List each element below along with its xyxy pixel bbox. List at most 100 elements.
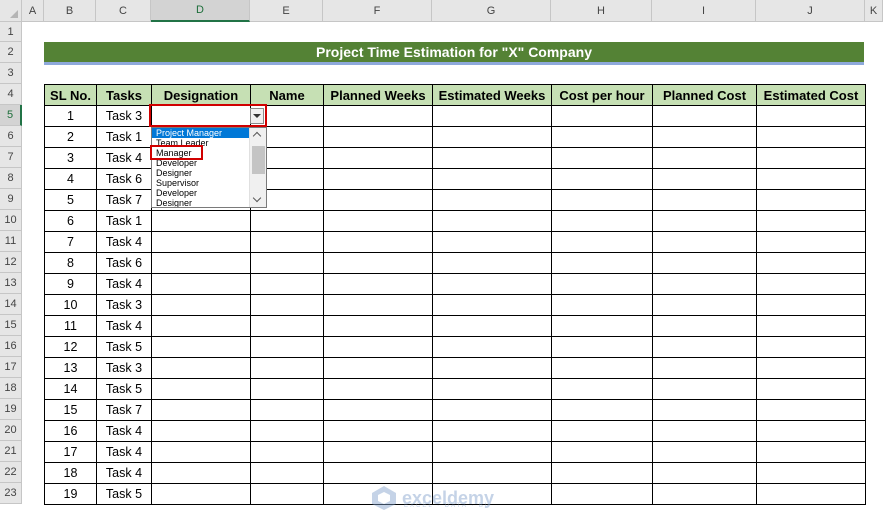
table-cell[interactable] — [756, 420, 866, 442]
dropdown-arrow-button[interactable] — [250, 108, 264, 124]
designation-cell[interactable] — [151, 441, 251, 463]
column-header-j[interactable]: J — [756, 0, 865, 22]
dropdown-option[interactable]: Project Manager — [152, 128, 253, 138]
row-header-15[interactable]: 15 — [0, 315, 22, 336]
scroll-up-icon[interactable] — [250, 128, 266, 142]
row-header-20[interactable]: 20 — [0, 420, 22, 441]
sl-no-cell[interactable]: 18 — [44, 462, 97, 484]
task-cell[interactable]: Task 4 — [96, 441, 152, 463]
table-cell[interactable] — [323, 189, 433, 211]
task-cell[interactable]: Task 6 — [96, 252, 152, 274]
designation-cell[interactable] — [151, 210, 251, 232]
designation-cell[interactable] — [151, 357, 251, 379]
dropdown-option[interactable]: Developer — [152, 188, 253, 198]
table-cell[interactable] — [551, 378, 653, 400]
column-header-e[interactable]: E — [250, 0, 323, 22]
table-cell[interactable] — [432, 357, 552, 379]
sl-no-cell[interactable]: 5 — [44, 189, 97, 211]
table-cell[interactable] — [652, 483, 757, 505]
table-cell[interactable] — [652, 336, 757, 358]
column-header-i[interactable]: I — [652, 0, 756, 22]
table-cell[interactable] — [652, 126, 757, 148]
table-cell[interactable] — [432, 189, 552, 211]
sl-no-cell[interactable]: 12 — [44, 336, 97, 358]
table-cell[interactable] — [756, 462, 866, 484]
table-cell[interactable] — [652, 315, 757, 337]
table-cell[interactable] — [432, 252, 552, 274]
table-cell[interactable] — [323, 210, 433, 232]
table-cell[interactable] — [756, 147, 866, 169]
table-cell[interactable] — [551, 462, 653, 484]
row-header-3[interactable]: 3 — [0, 63, 22, 84]
table-cell[interactable] — [756, 252, 866, 274]
row-header-2[interactable]: 2 — [0, 42, 22, 63]
row-header-16[interactable]: 16 — [0, 336, 22, 357]
table-cell[interactable] — [551, 441, 653, 463]
table-cell[interactable] — [756, 294, 866, 316]
table-cell[interactable] — [432, 378, 552, 400]
sl-no-cell[interactable]: 15 — [44, 399, 97, 421]
name-cell[interactable] — [250, 441, 324, 463]
sl-no-cell[interactable]: 13 — [44, 357, 97, 379]
designation-cell[interactable] — [151, 483, 251, 505]
sl-no-cell[interactable]: 19 — [44, 483, 97, 505]
table-cell[interactable] — [432, 210, 552, 232]
sl-no-cell[interactable]: 3 — [44, 147, 97, 169]
sl-no-cell[interactable]: 11 — [44, 315, 97, 337]
table-cell[interactable] — [652, 462, 757, 484]
table-cell[interactable] — [432, 399, 552, 421]
sl-no-cell[interactable]: 16 — [44, 420, 97, 442]
name-cell[interactable] — [250, 273, 324, 295]
row-header-6[interactable]: 6 — [0, 126, 22, 147]
row-header-5[interactable]: 5 — [0, 105, 22, 126]
row-header-8[interactable]: 8 — [0, 168, 22, 189]
name-cell[interactable] — [250, 378, 324, 400]
task-cell[interactable]: Task 5 — [96, 336, 152, 358]
table-cell[interactable] — [432, 105, 552, 127]
table-cell[interactable] — [756, 483, 866, 505]
sl-no-cell[interactable]: 8 — [44, 252, 97, 274]
designation-cell[interactable] — [151, 399, 251, 421]
column-header-d[interactable]: D — [151, 0, 250, 22]
table-cell[interactable] — [551, 315, 653, 337]
name-cell[interactable] — [250, 315, 324, 337]
scroll-down-icon[interactable] — [250, 193, 266, 207]
task-cell[interactable]: Task 4 — [96, 147, 152, 169]
column-header-f[interactable]: F — [323, 0, 432, 22]
table-cell[interactable] — [756, 357, 866, 379]
table-cell[interactable] — [551, 168, 653, 190]
row-header-10[interactable]: 10 — [0, 210, 22, 231]
table-cell[interactable] — [756, 399, 866, 421]
row-header-21[interactable]: 21 — [0, 441, 22, 462]
task-cell[interactable]: Task 3 — [96, 294, 152, 316]
task-cell[interactable]: Task 5 — [96, 378, 152, 400]
table-cell[interactable] — [432, 315, 552, 337]
row-header-11[interactable]: 11 — [0, 231, 22, 252]
task-cell[interactable]: Task 4 — [96, 273, 152, 295]
table-cell[interactable] — [756, 441, 866, 463]
table-cell[interactable] — [323, 231, 433, 253]
sl-no-cell[interactable]: 7 — [44, 231, 97, 253]
table-cell[interactable] — [551, 210, 653, 232]
row-header-23[interactable]: 23 — [0, 483, 22, 504]
table-cell[interactable] — [432, 168, 552, 190]
table-cell[interactable] — [756, 378, 866, 400]
name-cell[interactable] — [250, 294, 324, 316]
table-cell[interactable] — [652, 399, 757, 421]
task-cell[interactable]: Task 4 — [96, 231, 152, 253]
table-cell[interactable] — [432, 420, 552, 442]
dropdown-option[interactable]: Designer — [152, 198, 253, 207]
table-cell[interactable] — [432, 273, 552, 295]
table-cell[interactable] — [756, 189, 866, 211]
table-cell[interactable] — [432, 147, 552, 169]
table-cell[interactable] — [323, 420, 433, 442]
table-cell[interactable] — [551, 273, 653, 295]
dropdown-option[interactable]: Supervisor — [152, 178, 253, 188]
row-header-18[interactable]: 18 — [0, 378, 22, 399]
table-cell[interactable] — [652, 189, 757, 211]
row-header-12[interactable]: 12 — [0, 252, 22, 273]
row-header-9[interactable]: 9 — [0, 189, 22, 210]
dropdown-list[interactable]: Project Manager Team Leader Manager Develop… — [151, 127, 267, 208]
name-cell[interactable] — [250, 231, 324, 253]
designation-cell[interactable] — [151, 231, 251, 253]
